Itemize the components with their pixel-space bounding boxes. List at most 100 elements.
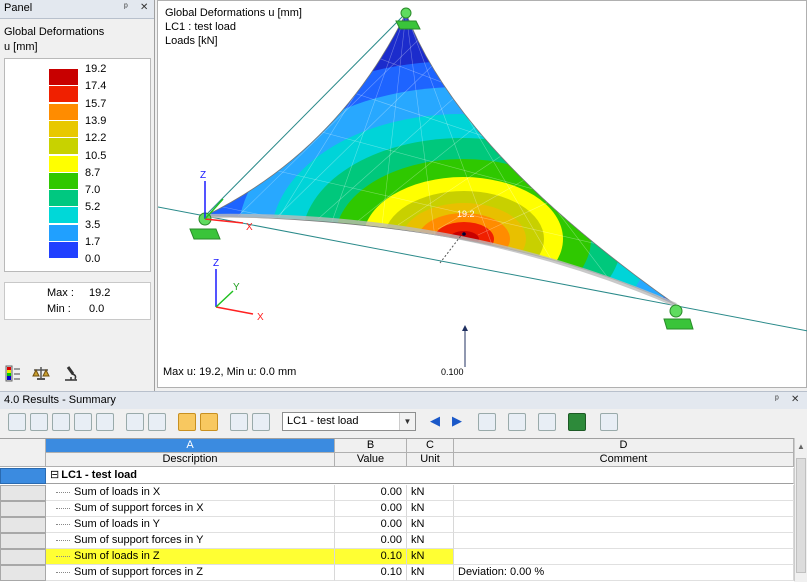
row-unit[interactable]: kN — [407, 517, 454, 533]
legend-tick-label: 13.9 — [85, 114, 107, 127]
row-header[interactable] — [0, 549, 46, 565]
row-comment[interactable] — [454, 485, 794, 501]
panel: Panel ᵖ ✕ Global Deformations u [mm] 19.… — [0, 0, 155, 391]
scroll-thumb[interactable] — [796, 458, 806, 573]
tree-connector — [56, 508, 70, 509]
results-title: 4.0 Results - Summary — [4, 394, 116, 406]
move-left-icon[interactable] — [126, 413, 144, 431]
legend-tick-label: 7.0 — [85, 184, 101, 197]
column-letter-b[interactable]: B — [335, 439, 407, 453]
table-view-icon[interactable] — [74, 413, 92, 431]
calculator-icon[interactable] — [600, 413, 618, 431]
prev-icon[interactable]: ◀ — [426, 413, 444, 431]
view-icon[interactable] — [508, 413, 526, 431]
undo-icon[interactable] — [178, 413, 196, 431]
legend-swatch — [49, 120, 78, 137]
max-label: Max : — [47, 287, 74, 299]
balance-icon[interactable] — [32, 366, 50, 381]
group-row-header[interactable] — [0, 468, 46, 484]
local-x-label: X — [246, 222, 253, 233]
next-icon[interactable]: ▶ — [448, 413, 466, 431]
3d-viewport[interactable]: 19.2 Z X Z X Y — [157, 0, 807, 388]
row-value[interactable]: 0.00 — [335, 485, 407, 501]
min-label: Min : — [47, 303, 71, 315]
row-header[interactable] — [0, 501, 46, 517]
chevron-down-icon[interactable]: ▼ — [399, 413, 415, 430]
collapse-icon[interactable]: ⊟ — [50, 469, 59, 481]
viewport-max-min: Max u: 19.2, Min u: 0.0 mm — [163, 366, 297, 378]
scroll-up-icon[interactable]: ▲ — [797, 442, 805, 451]
chart-icon[interactable] — [96, 413, 114, 431]
axis-y-label: Y — [233, 282, 240, 293]
row-value[interactable]: 0.10 — [335, 549, 407, 565]
row-unit[interactable]: kN — [407, 549, 454, 565]
loadcase-select[interactable]: LC1 - test load ▼ — [282, 412, 416, 431]
move-right-icon[interactable] — [148, 413, 166, 431]
deformation-render[interactable]: 19.2 Z X Z X Y — [158, 1, 807, 389]
tree-connector — [56, 572, 70, 573]
column-header-unit[interactable]: Unit — [407, 453, 454, 467]
export-icon[interactable] — [8, 413, 26, 431]
row-description[interactable]: Sum of loads in Y — [46, 517, 335, 533]
row-header[interactable] — [0, 565, 46, 581]
legend-tick-label: 5.2 — [85, 201, 101, 214]
row-comment[interactable] — [454, 533, 794, 549]
column-letter-a[interactable]: A — [46, 439, 335, 453]
row-header[interactable] — [0, 485, 46, 501]
row-unit[interactable]: kN — [407, 533, 454, 549]
row-comment[interactable] — [454, 517, 794, 533]
legend-tick-label: 3.5 — [85, 218, 101, 231]
filter-down-icon[interactable] — [52, 413, 70, 431]
row-comment[interactable] — [454, 501, 794, 517]
close-icon[interactable]: ✕ — [140, 2, 148, 13]
load-scale-label: 0.100 — [441, 367, 464, 377]
filter-up-icon[interactable] — [30, 413, 48, 431]
microscope-icon[interactable] — [62, 365, 80, 382]
axis-z-label: Z — [213, 258, 219, 269]
row-description[interactable]: Sum of support forces in X — [46, 501, 335, 517]
legend-swatch — [49, 138, 78, 155]
row-comment[interactable]: Deviation: 0.00 % — [454, 565, 794, 581]
info-load-units: Loads [kN] — [165, 35, 218, 47]
column-header-comment[interactable]: Comment — [454, 453, 794, 467]
row-description[interactable]: Sum of support forces in Y — [46, 533, 335, 549]
redo-icon[interactable] — [200, 413, 218, 431]
row-header[interactable] — [0, 517, 46, 533]
columns-icon[interactable] — [230, 413, 248, 431]
pin-icon[interactable]: ᵖ — [124, 2, 128, 13]
results-pin-icon[interactable]: ᵖ — [775, 394, 779, 405]
group-row[interactable]: ⊟ LC1 - test load — [46, 468, 794, 484]
axis-triad: Z X Y — [213, 258, 264, 323]
row-comment[interactable] — [454, 549, 794, 565]
color-scale-icon[interactable] — [5, 365, 21, 382]
legend-swatch — [49, 103, 78, 120]
legend-tick-label: 17.4 — [85, 80, 107, 93]
row-description[interactable]: Sum of loads in X — [46, 485, 335, 501]
row-unit[interactable]: kN — [407, 565, 454, 581]
column-letter-c[interactable]: C — [407, 439, 454, 453]
row-description[interactable]: Sum of loads in Z — [46, 549, 335, 565]
column-header-description[interactable]: Description — [46, 453, 335, 467]
column-header-value[interactable]: Value — [335, 453, 407, 467]
row-unit[interactable]: kN — [407, 501, 454, 517]
legend-title-block: Global Deformations u [mm] — [4, 25, 104, 55]
pointer-icon[interactable] — [478, 413, 496, 431]
row-value[interactable]: 0.10 — [335, 565, 407, 581]
legend-swatch — [49, 242, 78, 258]
row-header[interactable] — [0, 533, 46, 549]
legend-tick-label: 0.0 — [85, 253, 101, 266]
axis-x-label: X — [257, 312, 264, 323]
excel-icon[interactable] — [568, 413, 586, 431]
column-letter-d[interactable]: D — [454, 439, 794, 453]
panel-title-bar: Panel ᵖ ✕ — [0, 0, 154, 19]
row-value[interactable]: 0.00 — [335, 533, 407, 549]
row-value[interactable]: 0.00 — [335, 501, 407, 517]
row-description[interactable]: Sum of support forces in Z — [46, 565, 335, 581]
results-close-icon[interactable]: ✕ — [791, 394, 799, 405]
row-value[interactable]: 0.00 — [335, 517, 407, 533]
row-unit[interactable]: kN — [407, 485, 454, 501]
vertical-scrollbar[interactable]: ▲ — [794, 438, 807, 581]
legend-title: Global Deformations — [4, 26, 105, 38]
settings-icon[interactable] — [538, 413, 556, 431]
edit-icon[interactable] — [252, 413, 270, 431]
